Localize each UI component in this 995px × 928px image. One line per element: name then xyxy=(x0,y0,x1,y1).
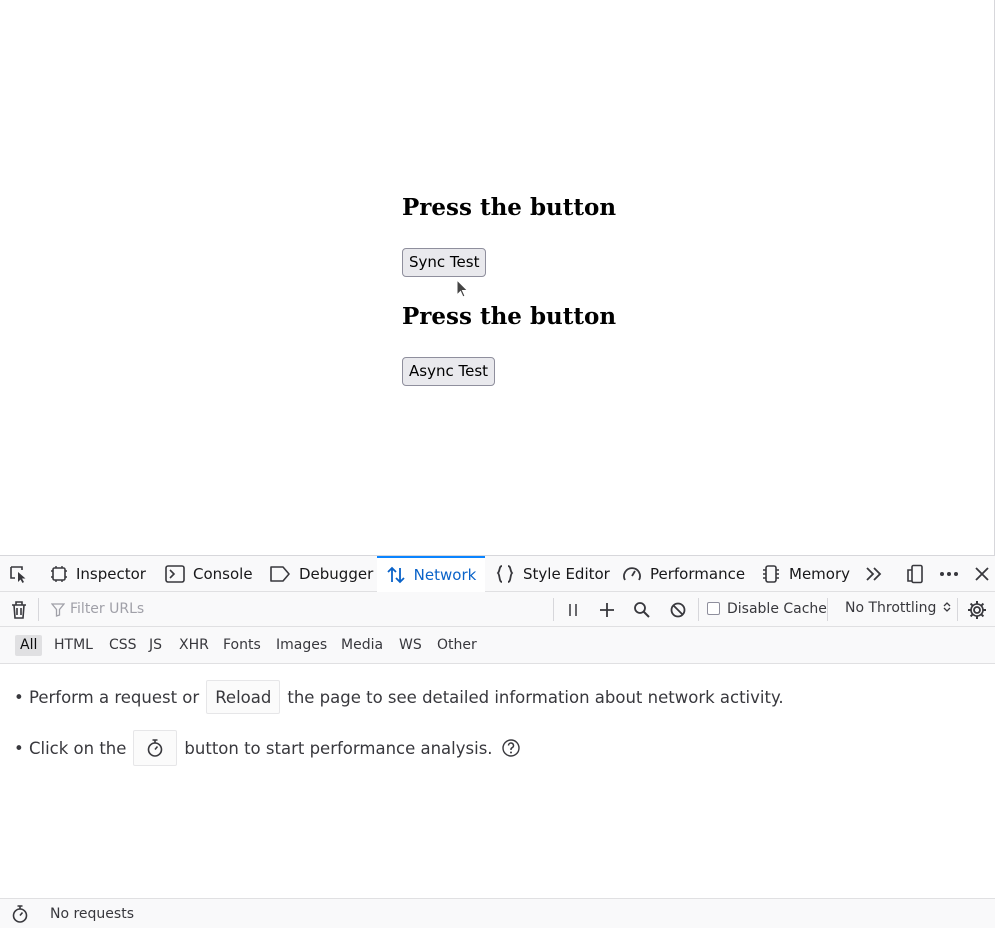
mouse-cursor-icon xyxy=(456,279,469,298)
type-filter-css[interactable]: CSS xyxy=(104,635,142,656)
network-empty-notice: • Perform a request or Reload the page t… xyxy=(0,664,995,898)
help-icon[interactable] xyxy=(501,738,521,758)
tab-network-label: Network xyxy=(413,566,477,584)
responsive-design-icon[interactable] xyxy=(905,564,925,584)
element-picker-icon[interactable] xyxy=(9,564,29,584)
network-status-bar: No requests xyxy=(0,898,995,928)
filter-urls-input[interactable] xyxy=(44,596,544,622)
tab-performance-label: Performance xyxy=(650,565,746,583)
tab-network[interactable]: Network xyxy=(377,556,485,592)
tab-inspector[interactable]: Inspector xyxy=(46,556,150,592)
type-filter-images[interactable]: Images xyxy=(271,635,332,656)
status-stopwatch-icon[interactable] xyxy=(10,904,30,928)
type-filter-other[interactable]: Other xyxy=(432,635,482,656)
close-devtools-icon[interactable] xyxy=(972,564,992,584)
devtools-toolbar: Inspector Console Debugger Network Style… xyxy=(0,555,995,592)
performance-analysis-button[interactable] xyxy=(133,730,178,766)
page-heading-1: Press the button xyxy=(402,194,617,221)
tab-inspector-label: Inspector xyxy=(76,565,146,583)
type-filter-ws[interactable]: WS xyxy=(394,635,427,656)
performance-notice-text-after: button to start performance analysis. xyxy=(184,738,493,758)
type-filter-fonts[interactable]: Fonts xyxy=(218,635,266,656)
pause-recording-icon[interactable] xyxy=(563,600,583,620)
async-test-button[interactable]: Async Test xyxy=(402,357,496,386)
type-filter-html[interactable]: HTML xyxy=(49,635,98,656)
network-settings-gear-icon[interactable] xyxy=(967,600,987,620)
memory-icon xyxy=(763,565,779,583)
type-filter-media[interactable]: Media xyxy=(336,635,388,656)
throttling-select[interactable]: No Throttling xyxy=(845,600,951,616)
clear-requests-trash-icon[interactable] xyxy=(9,600,29,620)
more-tools-chevron-icon[interactable] xyxy=(864,564,884,584)
tab-style-editor[interactable]: Style Editor xyxy=(491,556,614,592)
type-filter-js[interactable]: JS xyxy=(144,635,167,656)
tab-memory[interactable]: Memory xyxy=(757,556,854,592)
status-text: No requests xyxy=(50,906,134,922)
stopwatch-icon xyxy=(148,739,163,757)
tab-performance[interactable]: Performance xyxy=(618,556,749,592)
more-options-icon[interactable] xyxy=(939,564,959,584)
request-blocking-icon[interactable] xyxy=(668,600,688,620)
tab-debugger[interactable]: Debugger xyxy=(265,556,377,592)
throttling-value: No Throttling xyxy=(845,600,937,616)
reload-notice: • Perform a request or Reload the page t… xyxy=(14,680,784,714)
tab-style-editor-label: Style Editor xyxy=(523,565,610,583)
devtools-panel: Inspector Console Debugger Network Style… xyxy=(0,555,995,928)
tab-console[interactable]: Console xyxy=(161,556,257,592)
web-page: Press the button Sync Test Press the but… xyxy=(0,0,995,555)
network-icon xyxy=(387,566,405,584)
performance-icon xyxy=(623,567,641,581)
request-type-filter-bar: All HTML CSS JS XHR Fonts Images Media W… xyxy=(0,627,995,664)
tab-debugger-label: Debugger xyxy=(299,565,374,583)
tab-memory-label: Memory xyxy=(789,565,851,583)
sync-test-button[interactable]: Sync Test xyxy=(402,248,487,277)
performance-notice: • Click on the button to start performan… xyxy=(14,730,521,766)
inspector-icon xyxy=(51,566,67,582)
tab-console-label: Console xyxy=(193,565,253,583)
debugger-icon xyxy=(270,566,290,582)
page-heading-2: Press the button xyxy=(402,303,617,330)
disable-cache-label[interactable]: Disable Cache xyxy=(727,601,827,617)
style-editor-icon xyxy=(496,565,514,583)
select-arrows-icon xyxy=(943,602,951,612)
reload-notice-text-after: the page to see detailed information abo… xyxy=(287,687,784,707)
reload-button[interactable]: Reload xyxy=(206,680,281,714)
console-icon xyxy=(165,565,185,583)
add-request-blocking-icon[interactable] xyxy=(597,600,617,620)
type-filter-xhr[interactable]: XHR xyxy=(174,635,214,656)
type-filter-all[interactable]: All xyxy=(15,635,43,656)
network-toolbar: Disable Cache No Throttling xyxy=(0,592,995,627)
performance-notice-text-before: • Click on the xyxy=(14,738,127,758)
disable-cache-checkbox[interactable] xyxy=(707,602,720,615)
reload-notice-text-before: • Perform a request or xyxy=(14,687,200,707)
search-icon[interactable] xyxy=(632,600,652,620)
